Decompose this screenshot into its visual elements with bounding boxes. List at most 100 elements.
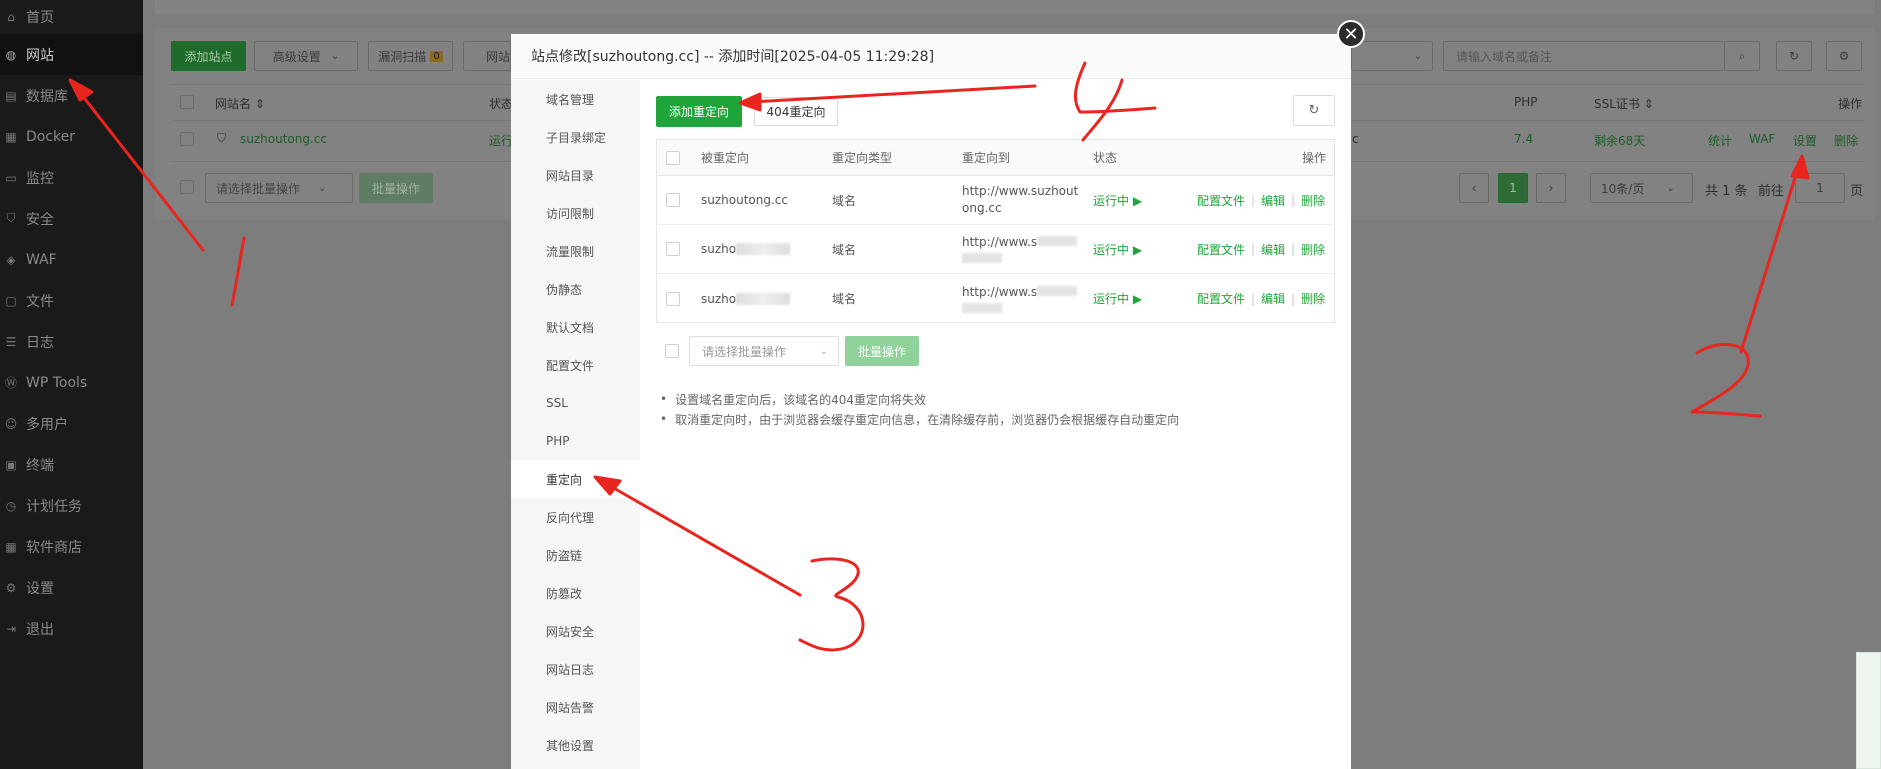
status-running[interactable]: 运行中 ▶ — [1093, 225, 1142, 273]
tab-ssl[interactable]: SSL — [511, 384, 640, 422]
sidebar-item-home[interactable]: ⌂ 首页 — [0, 0, 143, 34]
select-all-checkbox[interactable] — [180, 95, 194, 109]
select-all-checkbox[interactable] — [666, 150, 680, 165]
advanced-settings-button[interactable]: 高级设置 ⌄ — [254, 41, 358, 71]
status-running[interactable]: 运行中 ▶ — [1093, 274, 1142, 323]
site-status[interactable]: 运行 — [489, 132, 513, 149]
total-count: 共 1 条 — [1705, 184, 1748, 199]
prev-page-button[interactable]: ‹ — [1459, 173, 1489, 203]
row-checkbox[interactable] — [666, 193, 680, 207]
tab-access-limit[interactable]: 访问限制 — [511, 194, 640, 232]
tab-subdir[interactable]: 子目录绑定 — [511, 118, 640, 156]
col-site-name[interactable]: 网站名 ⇕ — [215, 95, 265, 112]
sidebar-item-users[interactable]: ☺ 多用户 — [0, 403, 143, 444]
site-ssl[interactable]: 剩余68天 — [1594, 132, 1645, 149]
delete-link[interactable]: 删除 — [1301, 290, 1325, 307]
row-checkbox[interactable] — [180, 132, 194, 146]
tab-site-alert[interactable]: 网站告警 — [511, 688, 640, 726]
tab-php[interactable]: PHP — [511, 422, 640, 460]
tab-rewrite[interactable]: 伪静态 — [511, 270, 640, 308]
modal-nav: 域名管理 子目录绑定 网站目录 访问限制 流量限制 伪静态 默认文档 配置文件 … — [511, 80, 640, 769]
category-select[interactable]: ⌄ — [1351, 41, 1433, 71]
batch-select[interactable]: 请选择批量操作 ⌄ — [689, 336, 839, 366]
op-settings[interactable]: 设置 — [1793, 132, 1817, 149]
config-file-link[interactable]: 配置文件 — [1197, 290, 1245, 307]
sidebar-item-database[interactable]: ▤ 数据库 — [0, 75, 143, 116]
tab-other-settings[interactable]: 其他设置 — [511, 726, 640, 764]
sidebar-item-terminal[interactable]: ▣ 终端 — [0, 444, 143, 485]
tab-tamper-proof[interactable]: 防篡改 — [511, 574, 640, 612]
edit-link[interactable]: 编辑 — [1261, 290, 1285, 307]
add-redirect-button[interactable]: 添加重定向 — [656, 96, 742, 127]
wordpress-icon: Ⓦ — [4, 376, 17, 390]
tab-site-log[interactable]: 网站日志 — [511, 650, 640, 688]
current-page[interactable]: 1 — [1498, 173, 1528, 203]
sidebar-item-wptools[interactable]: Ⓦ WP Tools — [0, 362, 143, 403]
batch-button[interactable]: 批量操作 — [359, 173, 433, 203]
refresh-icon: ↻ — [1308, 103, 1320, 118]
next-page-button[interactable]: › — [1536, 173, 1566, 203]
vuln-scan-button[interactable]: 漏洞扫描 0 — [368, 41, 453, 71]
settings-button[interactable]: ⚙ — [1826, 41, 1862, 71]
sidebar-item-store[interactable]: ▦ 软件商店 — [0, 526, 143, 567]
tab-reverse-proxy[interactable]: 反向代理 — [511, 498, 640, 536]
sidebar-item-settings[interactable]: ⚙ 设置 — [0, 567, 143, 608]
site-php[interactable]: 7.4 — [1514, 132, 1533, 146]
delete-link[interactable]: 删除 — [1301, 241, 1325, 258]
tab-hotlink[interactable]: 防盗链 — [511, 536, 640, 574]
redirect-404-button[interactable]: 404重定向 — [754, 97, 838, 126]
tab-config-file[interactable]: 配置文件 — [511, 346, 640, 384]
refresh-button[interactable]: ↻ — [1776, 41, 1812, 71]
tab-default-doc[interactable]: 默认文档 — [511, 308, 640, 346]
tab-site-security[interactable]: 网站安全 — [511, 612, 640, 650]
database-icon: ▤ — [5, 88, 17, 103]
col-ssl[interactable]: SSL证书 ⇕ — [1594, 95, 1654, 112]
op-stats[interactable]: 统计 — [1708, 132, 1732, 149]
shield-icon: ⛉ — [6, 211, 16, 225]
batch-select[interactable]: 请选择批量操作 ⌄ — [205, 173, 353, 203]
sidebar: ⌂ 首页 ◍ 网站 ▤ 数据库 ▦ Docker ▭ 监控 ⛉ 安全 ◈ WAF ▢ 文件 ☰ 日… — [0, 0, 143, 769]
col-type: 重定向类型 — [832, 151, 893, 165]
batch-checkbox[interactable] — [180, 180, 194, 194]
sidebar-item-security[interactable]: ⛉ 安全 — [0, 198, 143, 239]
row-checkbox[interactable] — [666, 242, 680, 256]
status-running[interactable]: 运行中 ▶ — [1093, 176, 1142, 224]
page-size-select[interactable]: 10条/页 ⌄ — [1590, 173, 1693, 203]
edit-link[interactable]: 编辑 — [1261, 241, 1285, 258]
batch-checkbox[interactable] — [665, 344, 679, 358]
sidebar-item-files[interactable]: ▢ 文件 — [0, 280, 143, 321]
edit-link[interactable]: 编辑 — [1261, 192, 1285, 209]
tab-redirect[interactable]: 重定向 — [511, 460, 640, 498]
waf-icon: ◈ — [6, 252, 16, 267]
top-tabs — [155, 0, 1875, 14]
close-icon[interactable]: ✕ — [1337, 20, 1365, 48]
chevron-down-icon: ⌄ — [819, 345, 828, 357]
search-input[interactable]: 请输入域名或备注 — [1443, 41, 1725, 71]
sidebar-item-logout[interactable]: ⇥ 退出 — [0, 608, 143, 649]
customer-service-tab[interactable] — [1856, 652, 1881, 769]
tab-site-dir[interactable]: 网站目录 — [511, 156, 640, 194]
tab-domain[interactable]: 域名管理 — [511, 80, 640, 118]
sidebar-item-monitor[interactable]: ▭ 监控 — [0, 157, 143, 198]
sidebar-item-waf[interactable]: ◈ WAF — [0, 239, 143, 280]
op-waf[interactable]: WAF — [1749, 132, 1775, 146]
sidebar-item-docker[interactable]: ▦ Docker — [0, 116, 143, 157]
batch-button[interactable]: 批量操作 — [845, 336, 919, 366]
site-name-link[interactable]: suzhoutong.cc — [240, 132, 327, 146]
vuln-count-badge: 0 — [430, 50, 443, 62]
site-type-button[interactable]: 网站 — [463, 41, 511, 71]
config-file-link[interactable]: 配置文件 — [1197, 192, 1245, 209]
tab-traffic-limit[interactable]: 流量限制 — [511, 232, 640, 270]
sidebar-item-website[interactable]: ◍ 网站 — [0, 34, 143, 75]
note-item: 设置域名重定向后，该域名的404重定向将失效 — [660, 389, 1179, 409]
delete-link[interactable]: 删除 — [1301, 192, 1325, 209]
op-delete[interactable]: 删除 — [1834, 132, 1858, 149]
search-button[interactable]: ⌕ — [1724, 41, 1760, 71]
sidebar-item-cron[interactable]: ◷ 计划任务 — [0, 485, 143, 526]
refresh-button[interactable]: ↻ — [1293, 95, 1335, 126]
row-checkbox[interactable] — [666, 291, 680, 306]
add-site-button[interactable]: 添加站点 — [171, 41, 246, 71]
config-file-link[interactable]: 配置文件 — [1197, 241, 1245, 258]
goto-page-input[interactable]: 1 — [1795, 173, 1845, 203]
sidebar-item-logs[interactable]: ☰ 日志 — [0, 321, 143, 362]
